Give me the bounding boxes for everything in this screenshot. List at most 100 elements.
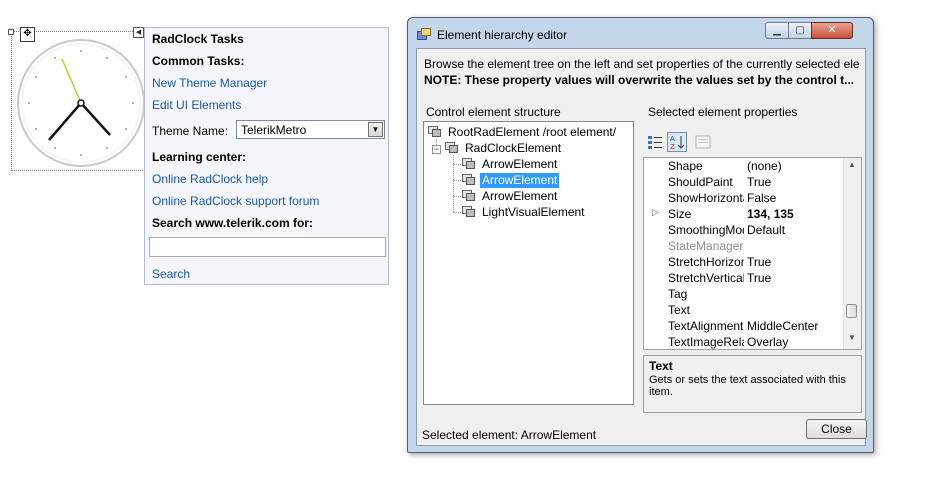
element-node-icon	[428, 126, 441, 137]
new-theme-manager-link[interactable]: New Theme Manager	[152, 76, 267, 90]
property-name: StretchVertically	[668, 271, 744, 285]
selected-element-status: Selected element: ArrowElement	[422, 428, 597, 442]
property-row[interactable]: TextAlignment MiddleCenter	[644, 318, 845, 334]
clock-tick	[106, 147, 108, 149]
property-name: StretchHorizontally	[668, 255, 744, 269]
minimize-icon[interactable]: ▁	[765, 22, 789, 39]
clock-tick	[28, 102, 30, 104]
support-forum-link[interactable]: Online RadClock support forum	[152, 194, 319, 208]
clock-center	[77, 99, 85, 107]
property-row[interactable]: ▷ Size 134, 135	[644, 206, 845, 222]
element-node-icon	[462, 158, 475, 169]
clock-tick	[80, 50, 82, 52]
clock-tick	[125, 76, 127, 78]
tree-node-label: RadClockElement	[465, 141, 562, 155]
chevron-down-icon[interactable]: ▼	[368, 122, 383, 137]
search-input[interactable]	[149, 237, 386, 257]
property-name: Shape	[668, 159, 703, 173]
clock-face	[17, 39, 145, 167]
note-text: NOTE: These property values will overwri…	[424, 73, 855, 87]
search-label: Search www.telerik.com for:	[152, 216, 313, 230]
element-tree[interactable]: − RootRadElement /root element/ RadClock…	[423, 121, 634, 405]
tree-node-label: ArrowElement	[482, 189, 558, 203]
tasks-title: RadClock Tasks	[152, 32, 244, 46]
categorized-view-icon[interactable]	[645, 132, 665, 152]
property-value[interactable]: True	[747, 175, 771, 189]
property-value[interactable]: 134, 135	[747, 207, 794, 221]
maximize-icon[interactable]: ▢	[788, 22, 812, 39]
tree-node-label: RootRadElement /root element/	[448, 125, 617, 139]
tree-node-label: ArrowElement	[480, 173, 560, 188]
property-row[interactable]: StretchVertically True	[644, 270, 845, 286]
clock-tick	[80, 154, 82, 156]
expand-arrow-icon[interactable]: ▷	[652, 207, 659, 218]
property-name: TextImageRelation	[668, 335, 744, 349]
property-value[interactable]: Default	[747, 223, 785, 237]
help-title: Text	[649, 359, 673, 373]
element-hierarchy-editor-dialog: Element hierarchy editor ▁ ▢ ✕ Browse th…	[407, 17, 874, 453]
property-value[interactable]: (none)	[747, 159, 782, 173]
property-row[interactable]: StateManager	[644, 238, 845, 254]
common-tasks-header: Common Tasks:	[152, 54, 245, 68]
theme-name-value: TelerikMetro	[241, 123, 307, 137]
property-row[interactable]: ShowHorizontal False	[644, 190, 845, 206]
scroll-up-icon[interactable]: ▲	[844, 160, 860, 174]
help-description: Gets or sets the text associated with th…	[649, 374, 846, 398]
property-grid[interactable]: Shape (none) ShouldPaint True ShowHorizo…	[643, 157, 862, 350]
online-help-link[interactable]: Online RadClock help	[152, 172, 268, 186]
dialog-client-area: Browse the element tree on the left and …	[416, 48, 867, 446]
instructions-text: Browse the element tree on the left and …	[424, 57, 860, 71]
property-pages-icon[interactable]	[693, 132, 713, 152]
svg-text:A: A	[670, 135, 675, 143]
clock-tick	[132, 102, 134, 104]
property-row[interactable]: StretchHorizontally True	[644, 254, 845, 270]
property-name: ShouldPaint	[668, 175, 733, 189]
radclock-tasks-panel: RadClock Tasks Common Tasks: New Theme M…	[144, 27, 389, 285]
svg-text:Z: Z	[670, 143, 675, 151]
property-row[interactable]: ShouldPaint True	[644, 174, 845, 190]
element-node-icon	[462, 174, 475, 185]
property-row[interactable]: Shape (none)	[644, 158, 845, 174]
theme-name-label: Theme Name:	[152, 124, 229, 138]
alphabetical-sort-icon[interactable]: A Z	[667, 132, 687, 152]
selection-handle[interactable]	[8, 29, 14, 35]
tree-collapse-icon[interactable]: −	[432, 145, 441, 154]
clock-tick	[35, 76, 37, 78]
element-node-icon	[462, 206, 475, 217]
tree-node-label: ArrowElement	[482, 157, 558, 171]
property-value[interactable]: True	[747, 271, 771, 285]
property-value[interactable]: False	[747, 191, 776, 205]
property-name: SmoothingMode	[668, 223, 744, 237]
property-grid-scrollbar[interactable]: ▲ ▼	[843, 158, 861, 349]
property-value[interactable]: Overlay	[747, 335, 788, 349]
clock-tick	[54, 57, 56, 59]
property-name: Tag	[668, 287, 688, 301]
property-row[interactable]: Tag	[644, 286, 845, 302]
property-name: StateManager	[668, 239, 744, 253]
property-row[interactable]: TextImageRelation Overlay	[644, 334, 845, 349]
search-link[interactable]: Search	[152, 267, 190, 281]
property-row[interactable]: Text	[644, 302, 845, 318]
property-value[interactable]: True	[747, 255, 771, 269]
properties-group-label: Selected element properties	[648, 105, 798, 119]
property-name: Text	[668, 303, 691, 317]
learning-center-header: Learning center:	[152, 150, 247, 164]
clock-tick	[106, 57, 108, 59]
app-window-icon	[417, 28, 431, 40]
scrollbar-thumb[interactable]	[846, 304, 857, 318]
property-row[interactable]: SmoothingMode Default	[644, 222, 845, 238]
tree-node-label: LightVisualElement	[482, 205, 585, 219]
property-value[interactable]: MiddleCenter	[747, 319, 818, 333]
property-name: Size	[668, 207, 692, 221]
property-name: ShowHorizontal	[668, 191, 744, 205]
edit-ui-elements-link[interactable]: Edit UI Elements	[152, 98, 241, 112]
clock-tick	[35, 128, 37, 130]
property-help-panel: Text Gets or sets the text associated wi…	[643, 355, 862, 413]
theme-name-dropdown[interactable]: TelerikMetro ▼	[236, 120, 385, 139]
element-node-icon	[462, 190, 475, 201]
property-name: TextAlignment	[668, 319, 744, 333]
close-button[interactable]: Close	[806, 419, 867, 439]
element-node-icon	[445, 142, 458, 153]
close-icon[interactable]: ✕	[811, 22, 853, 39]
scroll-down-icon[interactable]: ▼	[844, 333, 860, 347]
